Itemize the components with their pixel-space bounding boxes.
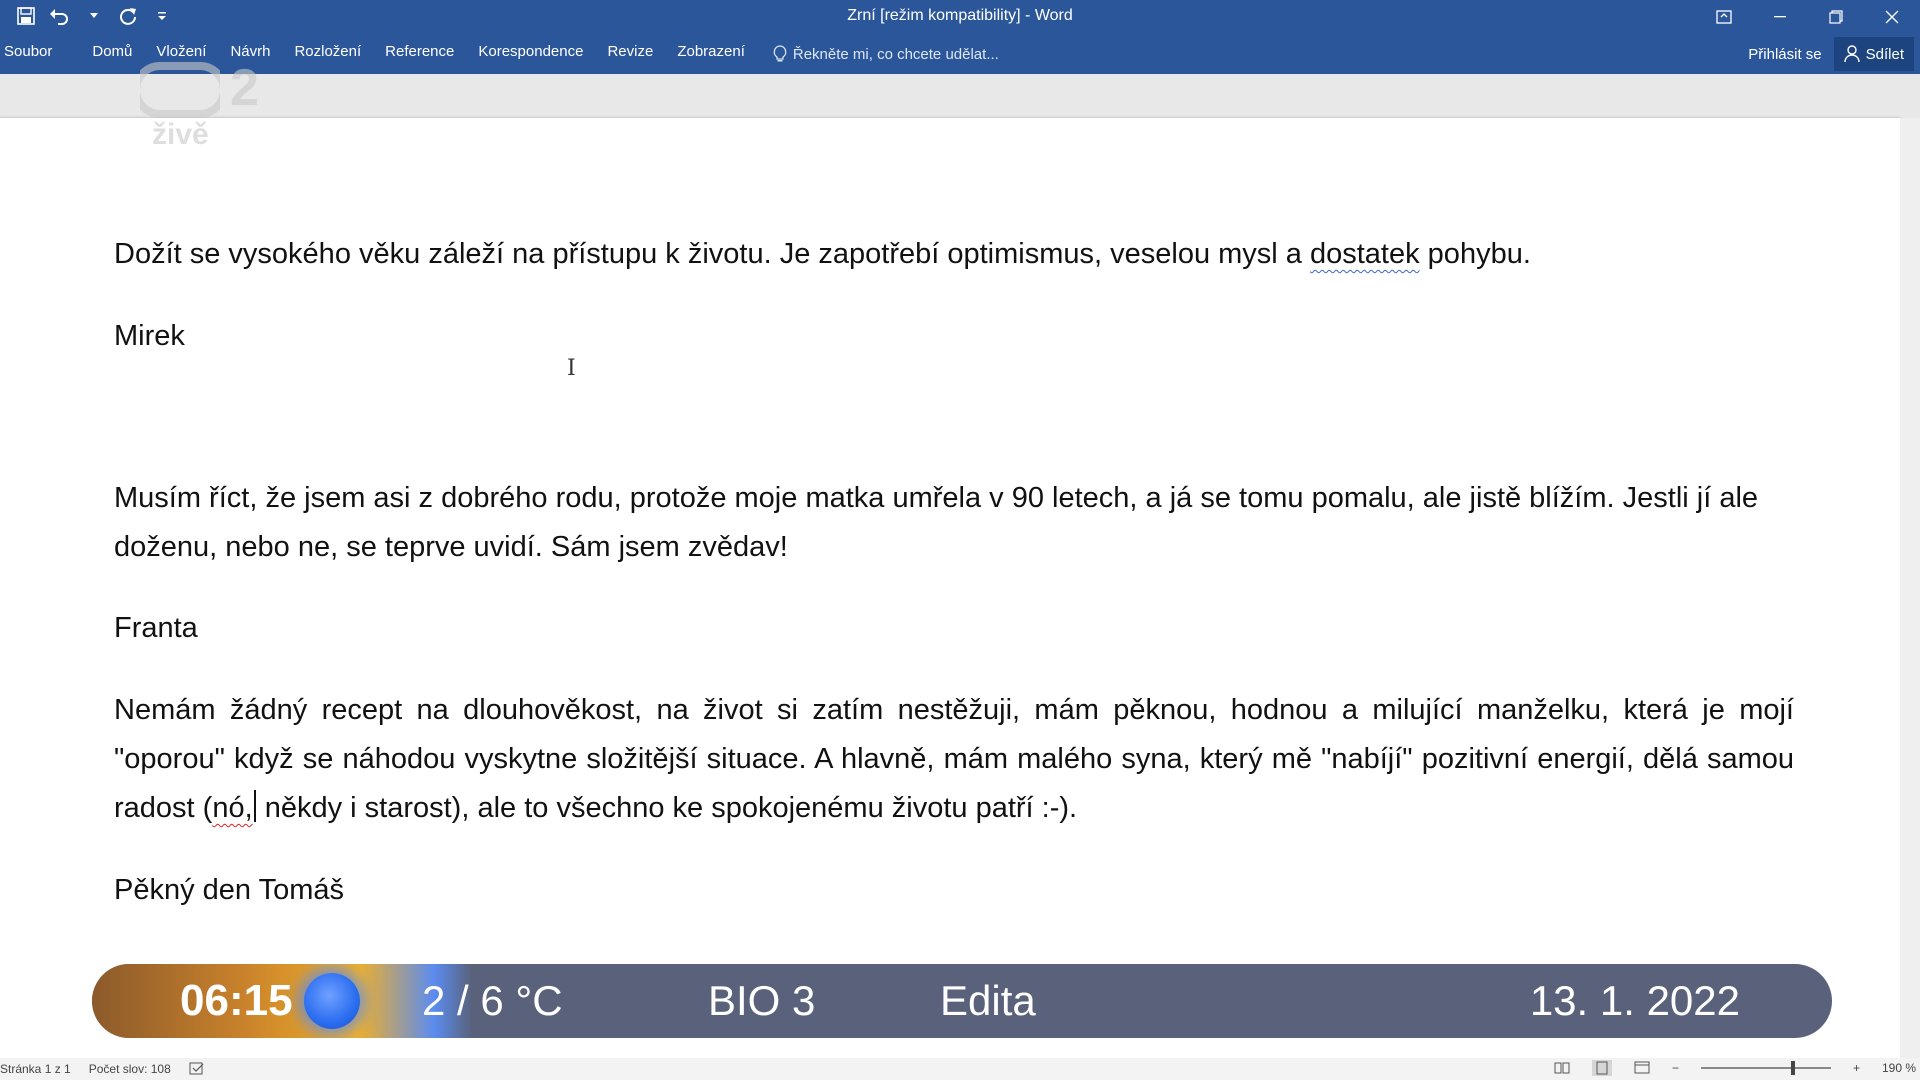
zoom-out-icon[interactable]: − <box>1672 1061 1679 1075</box>
paragraph-1-start: Dožít se vysokého věku záleží na přístup… <box>114 238 1310 270</box>
title-bar: Zrní [režim kompatibility] - Word <box>0 0 1920 34</box>
tab-references[interactable]: Reference <box>373 34 466 74</box>
share-label: Sdílet <box>1865 45 1904 63</box>
temperature: 2 / 6 °C <box>422 977 563 1024</box>
read-mode-icon[interactable] <box>1554 1061 1570 1075</box>
paragraph-1-end: pohybu. <box>1419 238 1531 270</box>
lightbulb-icon <box>773 45 787 62</box>
word-count[interactable]: Počet slov: 108 <box>89 1062 171 1076</box>
tell-me-box[interactable]: Řekněte mi, co chcete udělat... <box>773 45 999 63</box>
tab-mailings[interactable]: Korespondence <box>466 34 595 74</box>
broadcast-time: 06:15 <box>180 976 293 1025</box>
weather-orb-icon <box>304 973 360 1029</box>
paragraph-5: Nemám žádný recept na dlouhověkost, na ž… <box>114 686 1794 833</box>
window-title: Zrní [režim kompatibility] - Word <box>847 7 1073 24</box>
print-layout-icon[interactable] <box>1591 1060 1612 1076</box>
vertical-scrollbar[interactable] <box>1900 118 1920 1058</box>
status-bar-right: − + 190 % <box>1554 1060 1916 1076</box>
channel-logo-icon <box>140 62 220 118</box>
word-window: Zrní [režim kompatibility] - Word Soubor… <box>0 0 1920 1080</box>
tab-layout[interactable]: Rozložení <box>282 34 373 74</box>
tell-me-placeholder: Řekněte mi, co chcete udělat... <box>792 45 999 63</box>
spelling-flagged-word[interactable]: nó, <box>212 792 252 824</box>
tab-view[interactable]: Zobrazení <box>665 34 757 74</box>
zoom-in-icon[interactable]: + <box>1853 1061 1860 1075</box>
paragraph-3: Musím říct, že jsem asi z dobrého rodu, … <box>114 482 1759 563</box>
signature-tomas: Pěkný den Tomáš <box>114 874 344 906</box>
web-layout-icon[interactable] <box>1634 1061 1650 1075</box>
channel-tagline: živě <box>152 118 209 151</box>
zoom-slider-thumb[interactable] <box>1790 1061 1795 1075</box>
ribbon-display-options-icon[interactable] <box>1696 0 1752 34</box>
proofing-icon[interactable] <box>189 1062 205 1076</box>
grammar-flagged-word[interactable]: dostatek <box>1310 238 1420 270</box>
window-controls <box>1696 0 1920 34</box>
tab-home[interactable]: Domů <box>80 34 144 74</box>
paragraph-5-end: někdy i starost), ale to všechno ke spok… <box>256 792 1078 824</box>
text-caret <box>253 790 256 822</box>
channel-logo-watermark: 2 živě <box>140 58 280 151</box>
minimize-icon[interactable] <box>1752 0 1808 34</box>
paragraph-1: Dožít se vysokého věku záleží na přístup… <box>114 230 1794 279</box>
biorhythm-index: BIO 3 <box>708 977 816 1024</box>
broadcast-info-bar: 06:15 2 / 6 °C BIO 3 Edita 13. 1. 2022 <box>92 964 1832 1038</box>
zoom-level[interactable]: 190 % <box>1882 1061 1916 1075</box>
zoom-slider[interactable] <box>1700 1061 1831 1075</box>
broadcast-date: 13. 1. 2022 <box>1529 977 1740 1024</box>
tab-file[interactable]: Soubor <box>4 34 64 74</box>
name-day: Edita <box>940 977 1036 1024</box>
signature-mirek: Mirek <box>114 320 185 352</box>
tab-review[interactable]: Revize <box>595 34 665 74</box>
close-icon[interactable] <box>1864 0 1920 34</box>
sign-in-link[interactable]: Přihlásit se <box>1748 46 1821 63</box>
ibeam-cursor-icon: I <box>567 356 576 381</box>
share-button[interactable]: Sdílet <box>1833 37 1914 71</box>
signature-franta: Franta <box>114 612 198 644</box>
status-bar-left: Stránka 1 z 1 Počet slov: 108 <box>0 1062 205 1076</box>
ruler-area <box>0 74 1920 118</box>
status-bar: Stránka 1 z 1 Počet slov: 108 − + 190 % <box>0 1058 1920 1080</box>
person-icon <box>1843 45 1860 63</box>
page-indicator[interactable]: Stránka 1 z 1 <box>0 1062 71 1076</box>
restore-icon[interactable] <box>1808 0 1864 34</box>
account-area: Přihlásit se Sdílet <box>1748 34 1914 74</box>
channel-number: 2 <box>230 59 259 117</box>
ribbon-tab-bar: Soubor Domů Vložení Návrh Rozložení Refe… <box>0 34 1920 74</box>
